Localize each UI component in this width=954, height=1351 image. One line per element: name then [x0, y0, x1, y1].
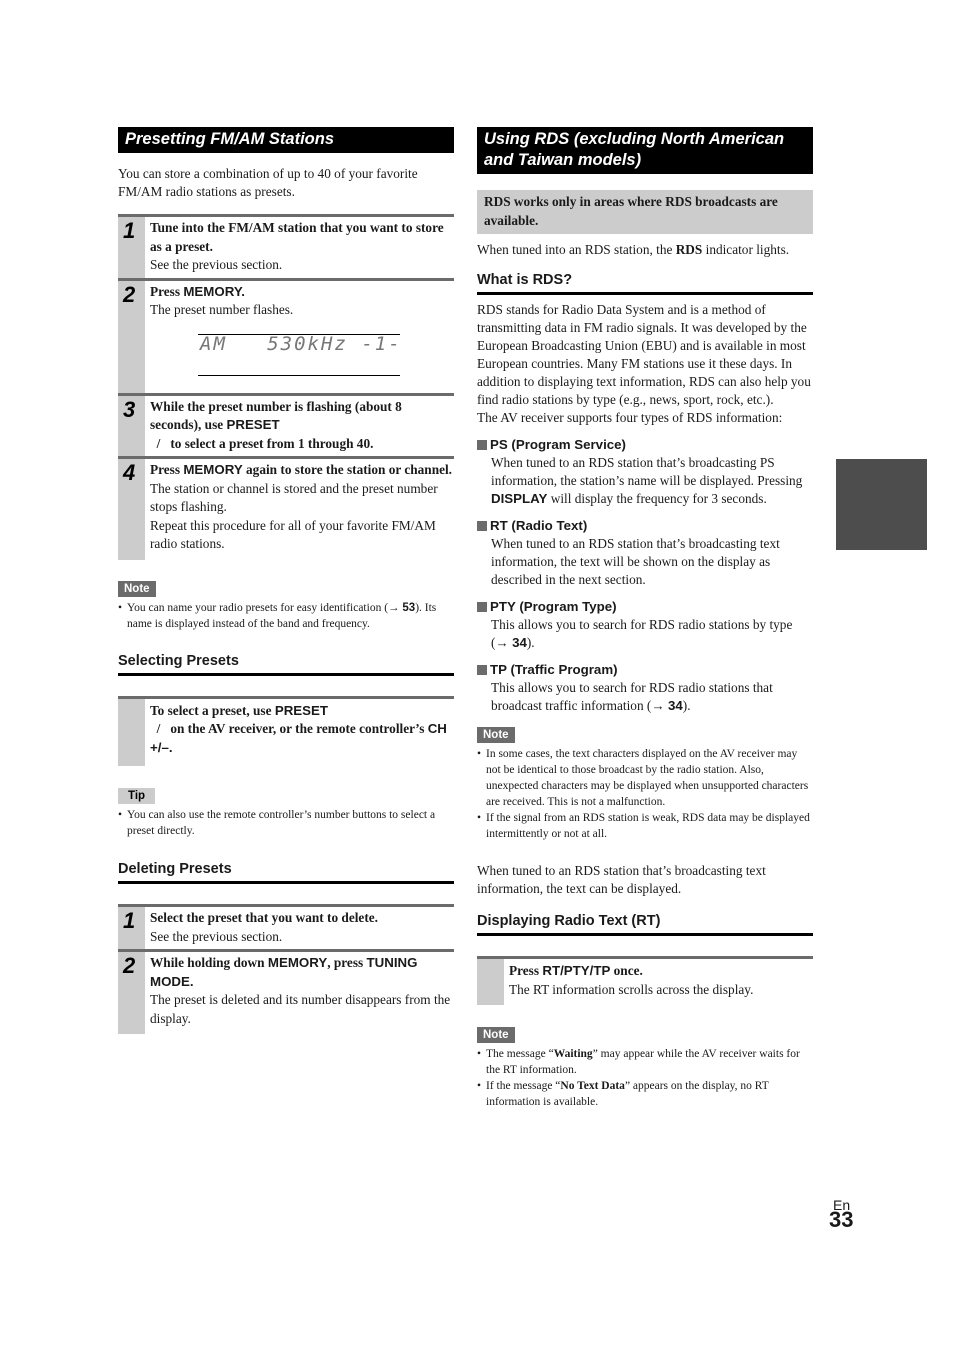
- preset-key-label: PRESET: [274, 702, 329, 718]
- step-detail: The preset number flashes.: [150, 302, 294, 317]
- memory-key-label: MEMORY: [183, 462, 243, 477]
- step-instruction: Press RT/PTY/TP once.: [509, 963, 643, 978]
- preset-key-label: PRESET: [226, 417, 280, 432]
- step-instruction: To select a preset, use PRESET / on the …: [150, 702, 447, 755]
- step-1: 1 Tune into the FM/AM station that you w…: [118, 217, 454, 281]
- rds-indicator-text: When tuned into an RDS station, the RDS …: [477, 242, 790, 257]
- step-detail: See the previous section.: [150, 928, 283, 944]
- rds-types-intro: The AV receiver supports four types of R…: [477, 410, 783, 425]
- step-detail: The station or channel is stored and the…: [150, 480, 438, 515]
- note-item: In some cases, the text characters displ…: [477, 746, 813, 810]
- step-number: 3: [118, 395, 145, 456]
- square-bullet-icon: [477, 440, 487, 450]
- rds-type-tp: TP (Traffic Program) This allows you to …: [477, 661, 813, 715]
- rds-type-ps: PS (Program Service) When tuned to an RD…: [477, 436, 813, 508]
- section-title-presetting: Presetting FM/AM Stations: [118, 127, 454, 153]
- section-title-displaying-radio-text: Displaying Radio Text (RT): [477, 912, 813, 936]
- step-instruction: Select the preset that you want to delet…: [150, 910, 378, 925]
- step-detail: The preset is deleted and its number dis…: [150, 992, 451, 1026]
- note-item: If the message “No Text Data” appears on…: [477, 1078, 813, 1110]
- lcd-display-illustration: AM 530kHz -1-: [198, 332, 402, 376]
- step-number: 1: [118, 217, 145, 278]
- step-detail: See the previous section.: [150, 257, 283, 272]
- note-list: In some cases, the text characters displ…: [477, 746, 813, 842]
- step-3: 3 While the preset number is flashing (a…: [118, 395, 454, 459]
- lcd-preset-number-flashing: -1-: [361, 332, 402, 355]
- right-column: Using RDS (excluding North American and …: [477, 127, 813, 1110]
- rds-type-pty: PTY (Program Type) This allows you to se…: [477, 598, 813, 652]
- note-label: Note: [477, 727, 515, 743]
- page-reference-link[interactable]: 34: [512, 635, 527, 650]
- step-instruction: While the preset number is flashing (abo…: [150, 398, 402, 451]
- step-number: 2: [118, 952, 145, 1034]
- lcd-band: AM: [200, 332, 227, 355]
- rt-pty-tp-key-label: RT/PTY/TP: [542, 963, 611, 978]
- square-bullet-icon: [477, 665, 487, 675]
- tip-item: You can also use the remote controller’s…: [118, 807, 454, 839]
- section-title-using-rds: Using RDS (excluding North American and …: [477, 127, 813, 174]
- step-detail: Repeat this procedure for all of your fa…: [150, 517, 436, 552]
- step-instruction: Press MEMORY.: [150, 283, 245, 299]
- rds-description: RDS stands for Radio Data System and is …: [477, 302, 811, 407]
- note-list: The message “Waiting” may appear while t…: [477, 1046, 813, 1110]
- tip-list: You can also use the remote controller’s…: [118, 807, 454, 839]
- tip-label: Tip: [118, 788, 156, 804]
- left-column: Presetting FM/AM Stations You can store …: [118, 127, 454, 1034]
- memory-key-label: MEMORY: [267, 955, 328, 970]
- step-4: 4 Press MEMORY again to store the statio…: [118, 459, 454, 560]
- page-reference-link[interactable]: 34: [668, 698, 683, 713]
- chapter-tab-marker: [836, 459, 927, 550]
- note-item: You can name your radio presets for easy…: [118, 600, 454, 632]
- step-instruction: Press MEMORY again to store the station …: [150, 462, 453, 477]
- presetting-steps: 1 Tune into the FM/AM station that you w…: [118, 214, 454, 560]
- delete-step-2: 2 While holding down MEMORY, press TUNIN…: [118, 952, 454, 1034]
- page-reference-link[interactable]: 53: [402, 602, 415, 614]
- delete-step-1: 1 Select the preset that you want to del…: [118, 907, 454, 952]
- step-number: 1: [118, 907, 145, 949]
- lcd-frequency: 530kHz: [267, 332, 348, 355]
- step-instruction: Tune into the FM/AM station that you wan…: [150, 220, 444, 254]
- rt-intro: When tuned to an RDS station that’s broa…: [477, 863, 766, 896]
- section-title-selecting-presets: Selecting Presets: [118, 652, 454, 676]
- rds-availability-notice: RDS works only in areas where RDS broadc…: [477, 190, 813, 234]
- note-label: Note: [118, 580, 156, 597]
- section-title-what-is-rds: What is RDS?: [477, 271, 813, 295]
- step-detail: The RT information scrolls across the di…: [509, 981, 754, 997]
- presetting-intro: You can store a combination of up to 40 …: [118, 166, 418, 199]
- selecting-step: To select a preset, use PRESET / on the …: [118, 695, 454, 766]
- rds-type-rt: RT (Radio Text) When tuned to an RDS sta…: [477, 517, 813, 589]
- note-list: You can name your radio presets for easy…: [118, 600, 454, 632]
- note-label: Note: [477, 1027, 515, 1043]
- rt-step: Press RT/PTY/TP once. The RT information…: [477, 956, 813, 1005]
- display-key-label: DISPLAY: [491, 491, 548, 506]
- page-number: 33: [829, 1207, 854, 1232]
- deleting-steps: 1 Select the preset that you want to del…: [118, 904, 454, 1034]
- note-item: The message “Waiting” may appear while t…: [477, 1046, 813, 1078]
- square-bullet-icon: [477, 521, 487, 531]
- step-2: 2 Press MEMORY. The preset number flashe…: [118, 280, 454, 396]
- square-bullet-icon: [477, 602, 487, 612]
- step-number: 4: [118, 459, 145, 560]
- step-instruction: While holding down MEMORY, press TUNING …: [150, 955, 418, 989]
- memory-key-label: MEMORY.: [183, 283, 245, 299]
- note-item: If the signal from an RDS station is wea…: [477, 810, 813, 842]
- step-number: 2: [118, 280, 145, 393]
- section-title-deleting-presets: Deleting Presets: [118, 860, 454, 884]
